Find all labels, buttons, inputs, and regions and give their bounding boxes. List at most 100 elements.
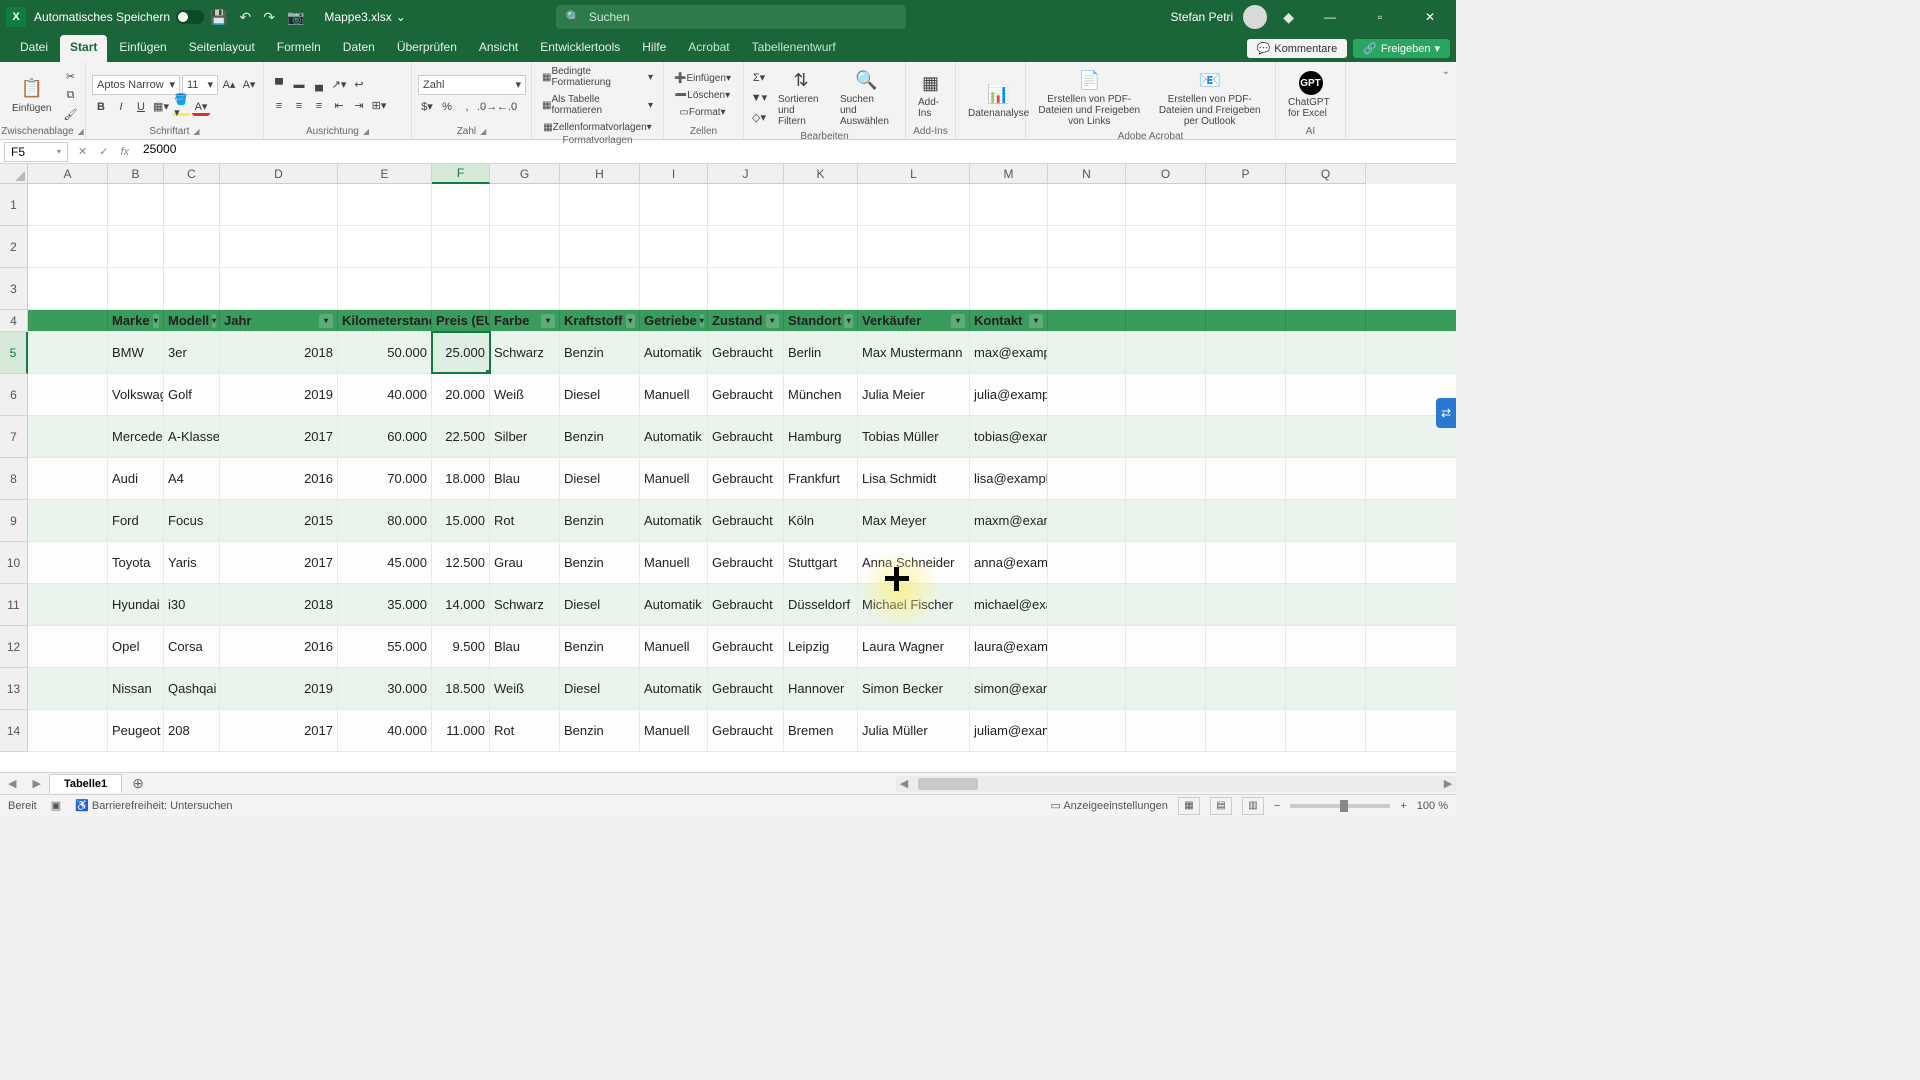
cell[interactable]: [28, 500, 108, 541]
column-header[interactable]: C: [164, 164, 220, 184]
cell[interactable]: Hyundai: [108, 584, 164, 625]
cell[interactable]: Manuell: [640, 542, 708, 583]
cell[interactable]: [1286, 626, 1366, 667]
accept-formula-button[interactable]: ✓: [93, 145, 114, 158]
cell[interactable]: [858, 268, 970, 309]
format-as-table-button[interactable]: ▦ Als Tabelle formatieren ▾: [538, 92, 657, 118]
cell[interactable]: [1048, 458, 1126, 499]
row-header[interactable]: 8: [0, 458, 28, 500]
ribbon-tab-formeln[interactable]: Formeln: [267, 35, 331, 62]
share-button[interactable]: 🔗 Freigeben ▾: [1353, 39, 1450, 58]
cell[interactable]: Silber: [490, 416, 560, 457]
cell[interactable]: Automatik: [640, 500, 708, 541]
zoom-out-button[interactable]: −: [1274, 800, 1280, 812]
cell[interactable]: [1048, 668, 1126, 709]
cell[interactable]: Anna Schneider: [858, 542, 970, 583]
cell[interactable]: [708, 226, 784, 267]
cell[interactable]: Automatik: [640, 584, 708, 625]
cell[interactable]: Automatik: [640, 416, 708, 457]
cell[interactable]: [1286, 668, 1366, 709]
scrollbar-thumb[interactable]: [918, 778, 978, 790]
cell[interactable]: [1048, 332, 1126, 373]
cell[interactable]: [970, 268, 1048, 309]
cell[interactable]: 2019: [220, 668, 338, 709]
cell[interactable]: [1048, 626, 1126, 667]
cell[interactable]: [1048, 500, 1126, 541]
cell[interactable]: [164, 268, 220, 309]
zoom-slider[interactable]: [1290, 804, 1390, 808]
cell[interactable]: [1126, 710, 1206, 751]
cell[interactable]: i30: [164, 584, 220, 625]
cell[interactable]: 12.500: [432, 542, 490, 583]
row-header[interactable]: 14: [0, 710, 28, 752]
cell[interactable]: Benzin: [560, 626, 640, 667]
cell[interactable]: Automatik: [640, 668, 708, 709]
cell[interactable]: [432, 268, 490, 309]
display-settings[interactable]: ▭ Anzeigeeinstellungen: [1050, 799, 1167, 812]
cell[interactable]: [1126, 268, 1206, 309]
cell[interactable]: [432, 226, 490, 267]
cell[interactable]: [1048, 374, 1126, 415]
align-top-button[interactable]: ▀: [270, 76, 288, 94]
cell[interactable]: [784, 226, 858, 267]
cell[interactable]: Diesel: [560, 458, 640, 499]
maximize-button[interactable]: ▫: [1360, 0, 1400, 34]
zoom-in-button[interactable]: +: [1400, 800, 1406, 812]
cell[interactable]: [1206, 310, 1286, 331]
table-header-cell[interactable]: Kraftstoff▾: [560, 310, 640, 331]
wrap-text-button[interactable]: ↩: [350, 76, 368, 94]
cell[interactable]: 20.000: [432, 374, 490, 415]
cell-styles-button[interactable]: ▦ Zellenformatvorlagen ▾: [538, 120, 657, 135]
cell[interactable]: [28, 226, 108, 267]
toggle-switch-icon[interactable]: [176, 10, 204, 24]
column-header[interactable]: L: [858, 164, 970, 184]
cell[interactable]: [1286, 310, 1366, 331]
cell[interactable]: Gebraucht: [708, 500, 784, 541]
page-layout-view-button[interactable]: ▤: [1210, 797, 1232, 815]
select-all-button[interactable]: [0, 164, 28, 184]
cell[interactable]: [708, 184, 784, 225]
cell[interactable]: Benzin: [560, 710, 640, 751]
cell[interactable]: [1206, 184, 1286, 225]
cell[interactable]: Manuell: [640, 710, 708, 751]
underline-button[interactable]: U: [132, 98, 150, 116]
cell[interactable]: Benzin: [560, 542, 640, 583]
ribbon-tab-tabellenentwurf[interactable]: Tabellenentwurf: [742, 35, 846, 62]
avatar[interactable]: [1243, 5, 1267, 29]
cell[interactable]: 18.500: [432, 668, 490, 709]
cell[interactable]: [1048, 416, 1126, 457]
cell[interactable]: [1126, 332, 1206, 373]
cell[interactable]: Manuell: [640, 458, 708, 499]
cell[interactable]: Rot: [490, 500, 560, 541]
cell[interactable]: [1286, 184, 1366, 225]
cell[interactable]: [1206, 542, 1286, 583]
cell[interactable]: Automatik: [640, 332, 708, 373]
table-header-cell[interactable]: Standort▾: [784, 310, 858, 331]
cell[interactable]: [1286, 710, 1366, 751]
accessibility-status[interactable]: ♿ Barrierefreiheit: Untersuchen: [75, 799, 232, 812]
cell[interactable]: 2018: [220, 332, 338, 373]
search-box[interactable]: 🔍 Suchen: [556, 5, 906, 29]
cell[interactable]: [1286, 416, 1366, 457]
cut-button[interactable]: ✂: [61, 67, 79, 85]
decrease-decimal-button[interactable]: ←.0: [498, 98, 516, 116]
cell[interactable]: [1126, 226, 1206, 267]
filter-button[interactable]: ▾: [951, 314, 965, 328]
sheet-nav-next[interactable]: ▶: [24, 777, 48, 790]
cell[interactable]: [1206, 226, 1286, 267]
cell[interactable]: Gebraucht: [708, 584, 784, 625]
increase-decimal-button[interactable]: .0→: [478, 98, 496, 116]
collapse-ribbon-button[interactable]: ⌄: [1442, 66, 1450, 77]
find-select-button[interactable]: 🔍Suchen und Auswählen: [834, 64, 899, 131]
cell[interactable]: [1286, 332, 1366, 373]
table-header-cell[interactable]: Verkäufer▾: [858, 310, 970, 331]
cell[interactable]: 2015: [220, 500, 338, 541]
formula-input[interactable]: 25000: [135, 142, 1456, 162]
cell[interactable]: [164, 184, 220, 225]
user-name[interactable]: Stefan Petri: [1171, 10, 1234, 24]
column-header[interactable]: K: [784, 164, 858, 184]
clear-button[interactable]: ◇▾: [750, 109, 768, 127]
italic-button[interactable]: I: [112, 98, 130, 116]
cell[interactable]: [28, 710, 108, 751]
cell[interactable]: [858, 226, 970, 267]
